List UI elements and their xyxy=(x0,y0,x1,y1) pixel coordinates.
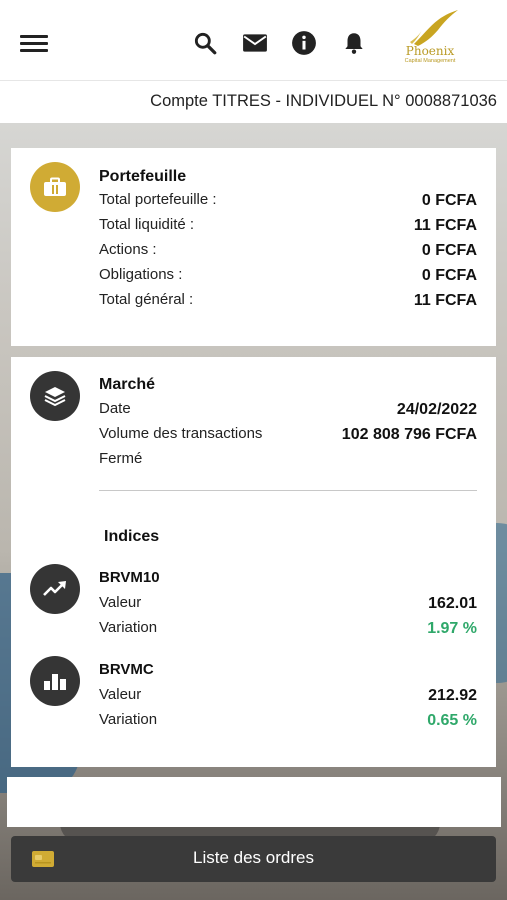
portfolio-row-value: 0 FCFA xyxy=(421,267,477,284)
portfolio-row-value: 0 FCFA xyxy=(421,242,477,259)
portfolio-row-value: 11 FCFA xyxy=(413,292,477,309)
orders-list-label: Liste des ordres xyxy=(193,848,314,867)
trending-up-icon xyxy=(30,564,80,614)
layers-icon xyxy=(30,371,80,421)
market-date-value: 24/02/2022 xyxy=(396,401,477,418)
market-status: Fermé xyxy=(99,450,143,467)
portfolio-card[interactable]: Portefeuille Total portefeuille : 0 FCFA… xyxy=(11,148,496,346)
portfolio-row-label: Obligations : xyxy=(99,266,183,283)
portfolio-row-label: Total portefeuille : xyxy=(99,191,217,208)
search-icon[interactable] xyxy=(192,30,218,56)
mail-icon[interactable] xyxy=(242,30,268,56)
index-name: BRVMC xyxy=(99,661,154,678)
account-number: Compte TITRES - INDIVIDUEL N° 0008871036 xyxy=(150,92,497,110)
market-date-label: Date xyxy=(99,400,131,417)
portfolio-row-label: Total liquidité : xyxy=(99,216,195,233)
app-header: Phoenix Capital Management xyxy=(0,0,507,80)
logo-name: Phoenix xyxy=(405,44,455,58)
index-variation: 0.65 % xyxy=(427,712,477,729)
empty-card xyxy=(7,777,501,827)
portfolio-row-label: Actions : xyxy=(99,241,157,258)
indices-title: Indices xyxy=(104,528,160,545)
portfolio-row-value: 11 FCFA xyxy=(413,217,477,234)
divider xyxy=(99,490,477,491)
market-card[interactable]: Marché Date 24/02/2022 Volume des transa… xyxy=(11,357,496,767)
info-icon[interactable] xyxy=(291,30,317,56)
orders-list-button[interactable]: Liste des ordres xyxy=(11,836,496,882)
market-title: Marché xyxy=(99,376,156,393)
market-volume-value: 102 808 796 FCFA xyxy=(341,426,477,443)
index-value-label: Valeur xyxy=(99,594,142,611)
index-variation-label: Variation xyxy=(99,711,158,728)
portfolio-row-label: Total général : xyxy=(99,291,194,308)
index-value: 212.92 xyxy=(428,687,477,704)
account-bar: Compte TITRES - INDIVIDUEL N° 0008871036 xyxy=(0,80,507,123)
index-variation-label: Variation xyxy=(99,619,158,636)
briefcase-icon xyxy=(30,162,80,212)
logo-subtitle: Capital Management xyxy=(404,58,456,64)
portfolio-title: Portefeuille xyxy=(99,168,187,185)
market-volume-label: Volume des transactions xyxy=(99,425,263,442)
index-variation: 1.97 % xyxy=(427,620,477,637)
index-name: BRVM10 xyxy=(99,569,160,586)
hamburger-icon[interactable] xyxy=(20,33,48,55)
index-value: 162.01 xyxy=(428,595,477,612)
bar-chart-icon xyxy=(30,656,80,706)
portfolio-row-value: 0 FCFA xyxy=(421,192,477,209)
bell-icon[interactable] xyxy=(341,30,367,56)
index-value-label: Valeur xyxy=(99,686,142,703)
